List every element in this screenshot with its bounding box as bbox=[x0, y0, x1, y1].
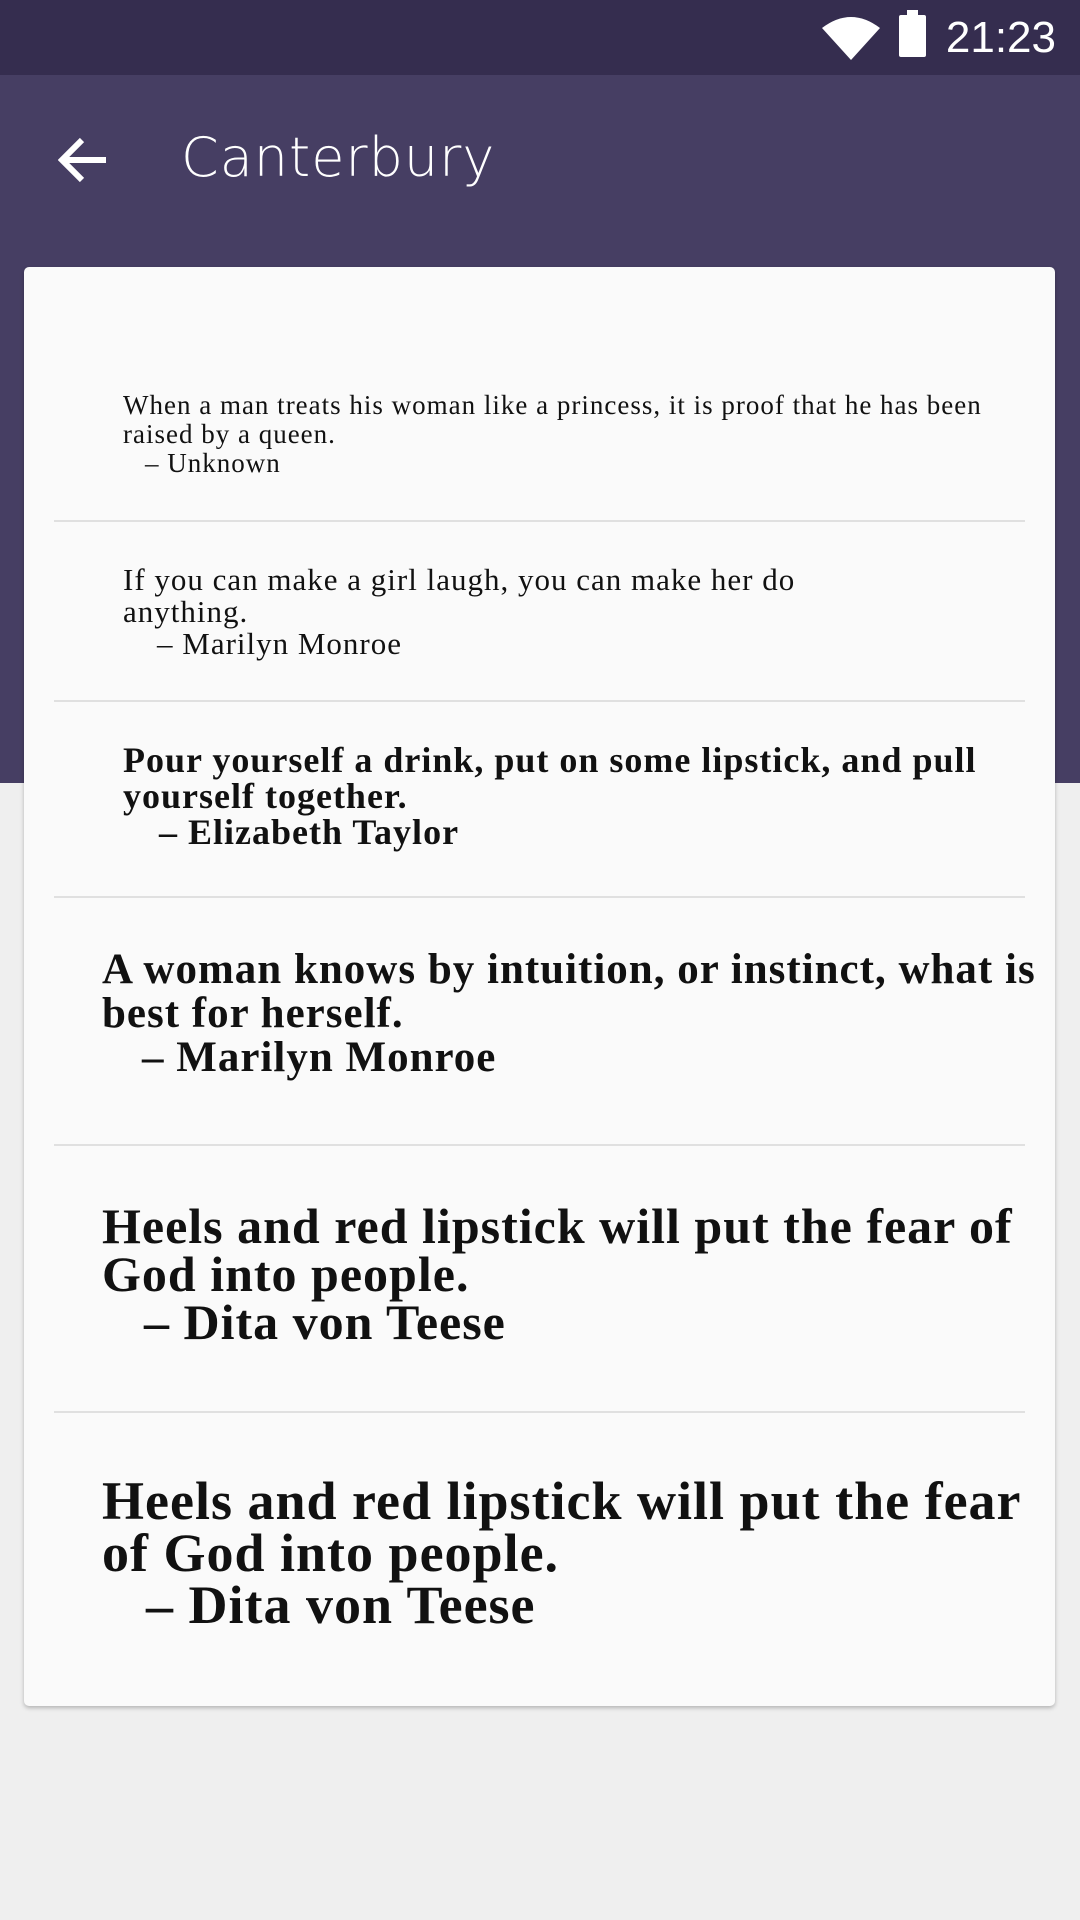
quote-author: – Unknown bbox=[145, 448, 281, 478]
quote-text: Heels and red lipstick will put the fear… bbox=[102, 1198, 1013, 1302]
quote-text: A woman knows by intuition, or instinct,… bbox=[102, 946, 1036, 1037]
quote-author: – Dita von Teese bbox=[146, 1575, 536, 1635]
quote-author: – Elizabeth Taylor bbox=[159, 812, 460, 852]
arrow-left-icon[interactable] bbox=[58, 136, 110, 184]
quote-item[interactable]: Heels and red lipstick will put the fear… bbox=[54, 1146, 1025, 1413]
quote-item[interactable]: A woman knows by intuition, or instinct,… bbox=[54, 898, 1035, 1146]
quote-author: – Marilyn Monroe bbox=[142, 1034, 497, 1081]
status-bar: 21:23 bbox=[0, 0, 1080, 75]
quote-item[interactable]: If you can make a girl laugh, you can ma… bbox=[54, 522, 1025, 702]
battery-icon bbox=[899, 10, 926, 57]
quote-item[interactable]: When a man treats his woman like a princ… bbox=[54, 267, 1025, 522]
quotes-card: When a man treats his woman like a princ… bbox=[24, 267, 1055, 1706]
quote-item[interactable]: Heels and red lipstick will put the fear… bbox=[54, 1413, 1025, 1706]
quote-item[interactable]: Pour yourself a drink, put on some lipst… bbox=[54, 702, 1025, 898]
quote-text: If you can make a girl laugh, you can ma… bbox=[123, 562, 796, 629]
quote-text: Heels and red lipstick will put the fear… bbox=[102, 1471, 1021, 1583]
quote-text: When a man treats his woman like a princ… bbox=[123, 390, 982, 449]
quote-author: – Dita von Teese bbox=[144, 1294, 506, 1350]
wifi-icon bbox=[822, 17, 880, 60]
status-time: 21:23 bbox=[945, 13, 1056, 62]
page-title: Canterbury bbox=[181, 126, 496, 189]
quote-author: – Marilyn Monroe bbox=[157, 626, 403, 661]
quote-text: Pour yourself a drink, put on some lipst… bbox=[123, 740, 977, 816]
